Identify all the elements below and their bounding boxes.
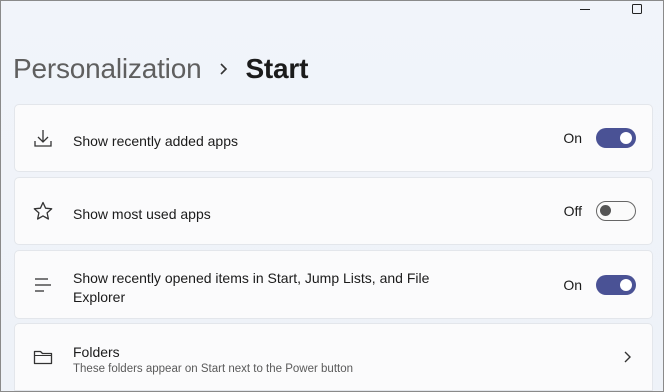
chevron-right-icon: [622, 350, 632, 364]
recently-added-apps-toggle[interactable]: [596, 128, 636, 148]
folders-label: Folders: [73, 344, 120, 360]
most-used-apps-toggle[interactable]: [596, 201, 636, 221]
setting-recently-added-apps: Show recently added apps On: [14, 104, 653, 172]
page-title: Start: [245, 53, 309, 84]
folders-link[interactable]: Folders These folders appear on Start ne…: [14, 323, 653, 391]
toggle-state-text: Off: [563, 203, 582, 219]
breadcrumb-parent[interactable]: Personalization: [13, 53, 202, 85]
list-icon: [32, 274, 54, 296]
download-icon: [32, 127, 54, 149]
setting-label: Show recently opened items in Start, Jum…: [73, 270, 430, 305]
recently-opened-items-toggle[interactable]: [596, 274, 636, 295]
toggle-knob: [620, 278, 632, 291]
setting-label: Show most used apps: [73, 206, 211, 222]
maximize-icon: [632, 4, 642, 14]
folders-description: These folders appear on Start next to th…: [73, 363, 354, 375]
maximize-button[interactable]: [611, 1, 663, 17]
setting-recently-opened-items: Show recently opened items in Start, Jum…: [14, 250, 653, 319]
minimize-button[interactable]: [559, 1, 611, 17]
toggle-knob: [600, 205, 611, 216]
breadcrumb: Personalization Start: [13, 49, 308, 89]
toggle-state-text: On: [563, 276, 582, 293]
setting-most-used-apps: Show most used apps Off: [14, 177, 653, 245]
star-icon: [32, 200, 54, 222]
window-controls: [559, 1, 663, 17]
settings-window: Personalization Start Show recently adde…: [0, 0, 664, 392]
folder-icon: [32, 346, 54, 368]
setting-label: Show recently added apps: [73, 133, 238, 149]
chevron-right-icon: [201, 62, 245, 76]
toggle-state-text: On: [563, 130, 582, 146]
minimize-icon: [580, 9, 590, 10]
toggle-knob: [620, 132, 632, 144]
